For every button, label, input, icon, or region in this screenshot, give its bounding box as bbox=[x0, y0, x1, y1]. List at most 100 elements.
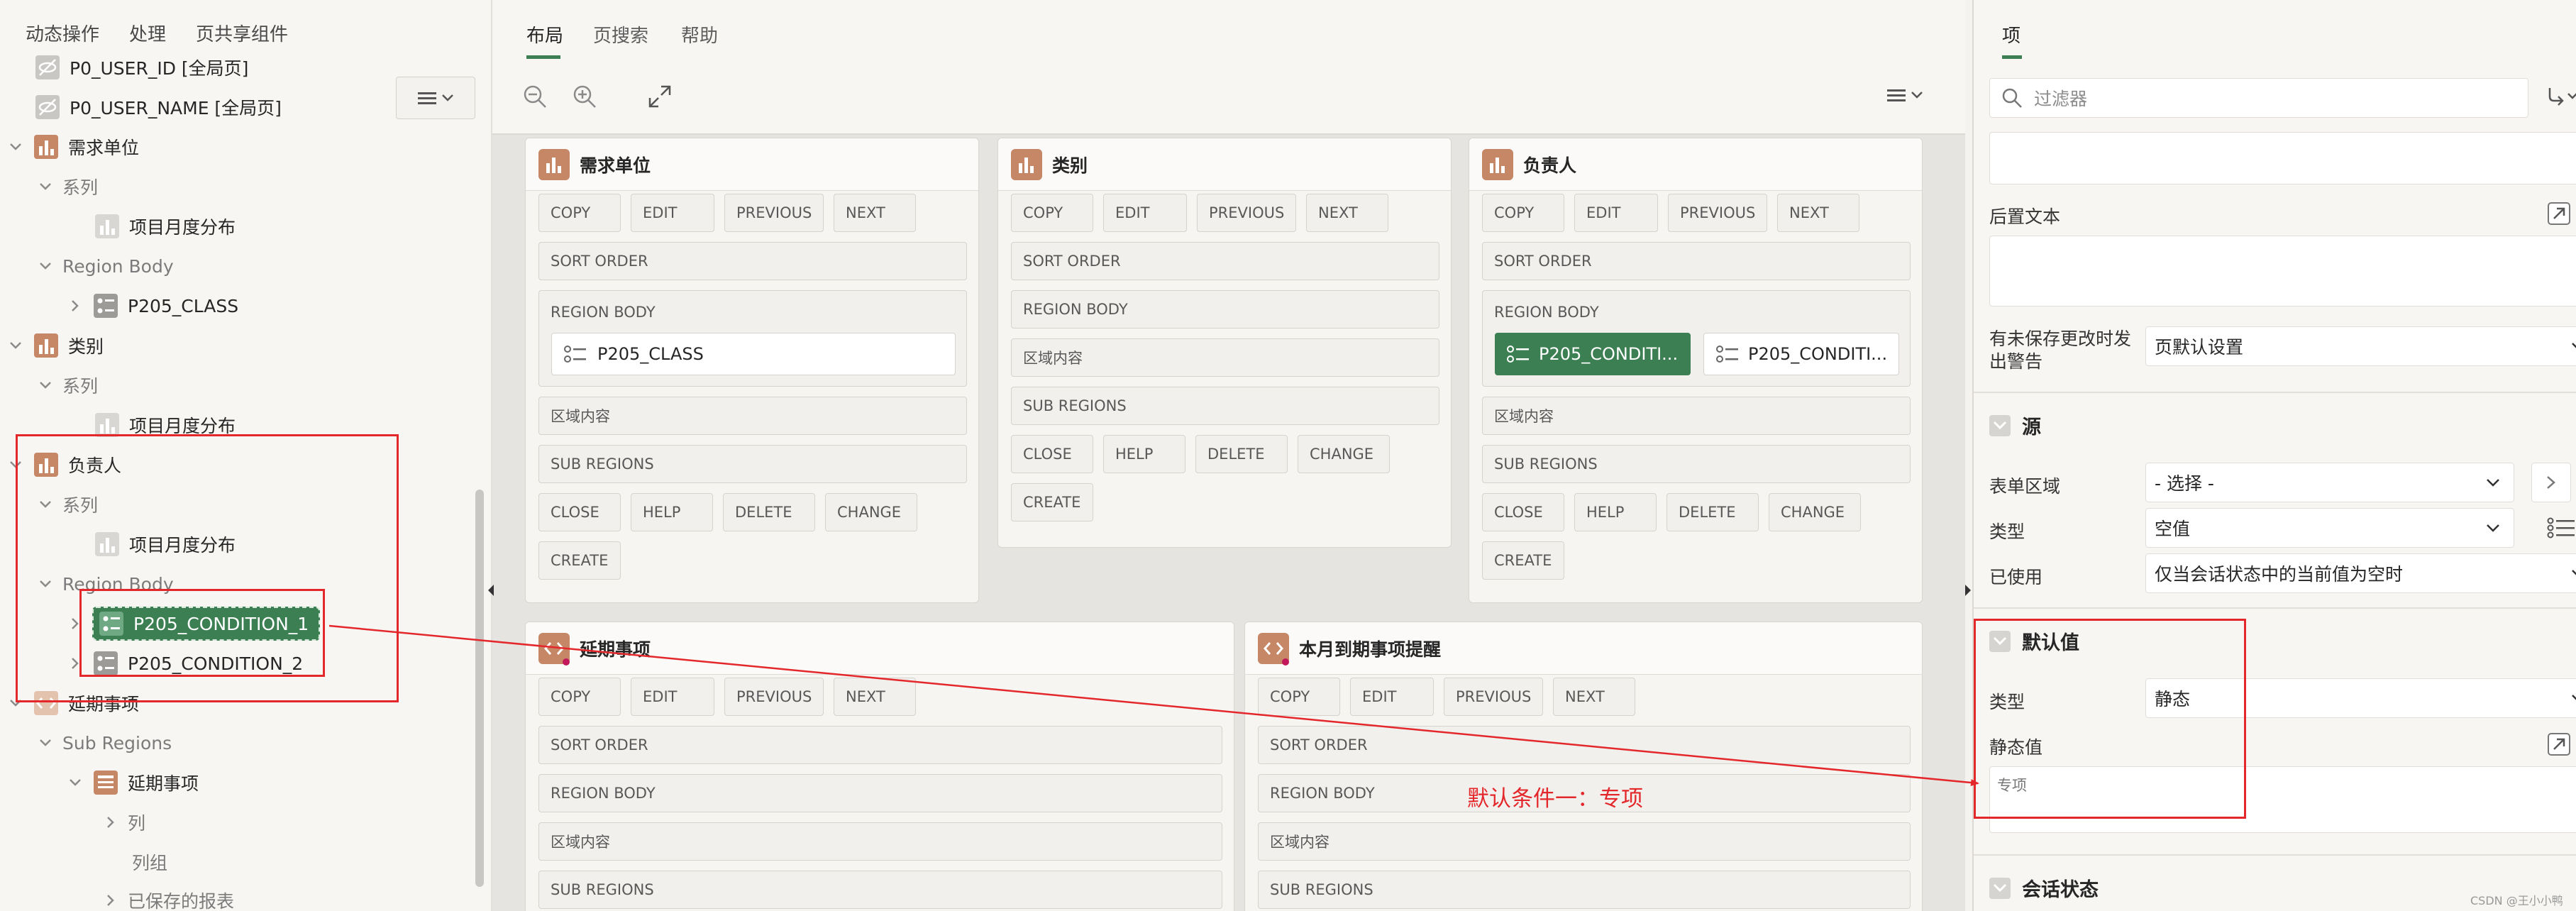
list-icon[interactable] bbox=[2547, 517, 2575, 539]
region-card-yanqi[interactable]: 延期事项 COPY EDIT PREVIOUS NEXT SORT ORDER … bbox=[525, 622, 1234, 911]
position-next[interactable]: NEXT bbox=[1777, 194, 1859, 232]
position-copy[interactable]: COPY bbox=[1011, 194, 1093, 232]
position-previous[interactable]: PREVIOUS bbox=[1197, 194, 1296, 232]
open-editor-icon[interactable] bbox=[2547, 732, 2571, 756]
position-next[interactable]: NEXT bbox=[1553, 678, 1635, 716]
form-region-next-button[interactable] bbox=[2531, 463, 2571, 502]
tab-help[interactable]: 帮助 bbox=[681, 21, 718, 48]
position-copy[interactable]: COPY bbox=[1258, 678, 1340, 716]
position-edit[interactable]: EDIT bbox=[1574, 194, 1658, 232]
position-create[interactable]: CREATE bbox=[1011, 483, 1093, 521]
position-region-body[interactable]: REGION BODY bbox=[538, 774, 1222, 812]
pre-text-field[interactable] bbox=[1989, 132, 2576, 184]
position-create[interactable]: CREATE bbox=[1482, 541, 1564, 580]
position-edit[interactable]: EDIT bbox=[1103, 194, 1187, 232]
position-next[interactable]: NEXT bbox=[834, 194, 916, 232]
position-change[interactable]: CHANGE bbox=[1769, 493, 1861, 531]
position-edit[interactable]: EDIT bbox=[631, 194, 714, 232]
position-change[interactable]: CHANGE bbox=[825, 493, 917, 531]
position-sub-regions[interactable]: SUB REGIONS bbox=[1482, 445, 1911, 483]
position-close[interactable]: CLOSE bbox=[1011, 435, 1093, 473]
section-source[interactable]: 源 bbox=[1989, 412, 2041, 439]
chevron-right-icon[interactable] bbox=[104, 893, 118, 907]
position-region-content[interactable]: 区域内容 bbox=[538, 397, 967, 435]
warn-on-unsaved-select[interactable]: 页默认设置 bbox=[2145, 326, 2576, 366]
tree-item-series[interactable]: 系列 bbox=[38, 169, 98, 204]
position-region-content[interactable]: 区域内容 bbox=[1258, 822, 1911, 861]
form-region-select[interactable]: - 选择 - bbox=[2145, 463, 2514, 502]
position-help[interactable]: HELP bbox=[1103, 435, 1185, 473]
tree-scrollbar[interactable] bbox=[475, 490, 484, 887]
position-delete[interactable]: DELETE bbox=[723, 493, 815, 531]
position-edit[interactable]: EDIT bbox=[1350, 678, 1434, 716]
position-change[interactable]: CHANGE bbox=[1298, 435, 1390, 473]
tab-shared-components[interactable]: 页共享组件 bbox=[196, 20, 288, 46]
source-type-select[interactable]: 空值 bbox=[2145, 508, 2514, 548]
position-previous[interactable]: PREVIOUS bbox=[724, 194, 824, 232]
tree-item-xuqiu[interactable]: 需求单位 bbox=[9, 129, 139, 165]
position-edit[interactable]: EDIT bbox=[631, 678, 714, 716]
expand-icon[interactable] bbox=[648, 85, 671, 108]
position-region-content[interactable]: 区域内容 bbox=[1482, 397, 1911, 435]
chevron-down-icon[interactable] bbox=[38, 378, 52, 392]
region-card-leibie[interactable]: 类别 COPY EDIT PREVIOUS NEXT SORT ORDER RE… bbox=[997, 138, 1452, 548]
tree-item-sub-regions[interactable]: Sub Regions bbox=[38, 725, 172, 761]
position-sub-regions[interactable]: SUB REGIONS bbox=[538, 445, 967, 483]
chevron-down-icon[interactable] bbox=[9, 140, 23, 154]
position-previous[interactable]: PREVIOUS bbox=[1444, 678, 1543, 716]
region-card-xuqiu[interactable]: 需求单位 COPY EDIT PREVIOUS NEXT SORT ORDER … bbox=[525, 138, 979, 603]
position-previous[interactable]: PREVIOUS bbox=[1668, 194, 1767, 232]
tree-menu-button[interactable] bbox=[396, 77, 475, 119]
tree-item-leibie[interactable]: 类别 bbox=[9, 328, 104, 363]
post-text-field[interactable] bbox=[1989, 236, 2576, 307]
position-copy[interactable]: COPY bbox=[538, 194, 621, 232]
position-sort-order[interactable]: SORT ORDER bbox=[1482, 242, 1911, 280]
tree-item-p205-class[interactable]: P205_CLASS bbox=[68, 288, 238, 324]
item-p205-class[interactable]: P205_CLASS bbox=[551, 333, 956, 375]
zoom-out-icon[interactable] bbox=[522, 84, 548, 109]
position-sub-regions[interactable]: SUB REGIONS bbox=[1011, 387, 1439, 425]
collapse-left-handle[interactable] bbox=[488, 585, 494, 596]
position-delete[interactable]: DELETE bbox=[1195, 435, 1288, 473]
position-close[interactable]: CLOSE bbox=[538, 493, 621, 531]
position-sort-order[interactable]: SORT ORDER bbox=[1258, 726, 1911, 764]
tree-item-p0-user-id[interactable]: P0_USER_ID [全局页] bbox=[34, 50, 248, 85]
zoom-in-icon[interactable] bbox=[572, 84, 597, 109]
position-copy[interactable]: COPY bbox=[1482, 194, 1564, 232]
go-to-group-icon[interactable] bbox=[2547, 87, 2576, 106]
position-region-content[interactable]: 区域内容 bbox=[1011, 338, 1439, 377]
open-editor-icon[interactable] bbox=[2547, 201, 2571, 226]
tab-item[interactable]: 项 bbox=[2002, 21, 2021, 48]
chevron-down-icon[interactable] bbox=[9, 338, 23, 353]
position-next[interactable]: NEXT bbox=[834, 678, 916, 716]
tree-item-columns[interactable]: 列 bbox=[104, 805, 145, 840]
region-card-fuzeren[interactable]: 负责人 COPY EDIT PREVIOUS NEXT SORT ORDER R… bbox=[1469, 138, 1923, 603]
chevron-down-icon[interactable] bbox=[38, 180, 52, 194]
tab-dynamic-actions[interactable]: 动态操作 bbox=[26, 20, 99, 46]
tab-page-search[interactable]: 页搜索 bbox=[593, 21, 648, 48]
tree-item-region-body[interactable]: Region Body bbox=[38, 248, 174, 284]
section-session-state[interactable]: 会话状态 bbox=[1989, 874, 2099, 902]
position-sort-order[interactable]: SORT ORDER bbox=[538, 242, 967, 280]
position-sort-order[interactable]: SORT ORDER bbox=[1011, 242, 1439, 280]
tree-item-series[interactable]: 系列 bbox=[38, 368, 98, 403]
tab-processing[interactable]: 处理 bbox=[129, 20, 166, 46]
item-p205-condition-2[interactable]: P205_CONDITI... bbox=[1703, 333, 1899, 375]
tree-item-yanqi-report[interactable]: 延期事项 bbox=[68, 765, 199, 800]
position-region-content[interactable]: 区域内容 bbox=[538, 822, 1222, 861]
collapse-right-handle[interactable] bbox=[1965, 585, 1971, 596]
tree-item-saved-reports[interactable]: 已保存的报表 bbox=[104, 883, 234, 911]
chevron-down-icon[interactable] bbox=[68, 775, 82, 790]
tree-item-p0-user-name[interactable]: P0_USER_NAME [全局页] bbox=[34, 89, 282, 125]
position-copy[interactable]: COPY bbox=[538, 678, 621, 716]
item-p205-condition-1[interactable]: P205_CONDITI... bbox=[1495, 333, 1691, 375]
position-next[interactable]: NEXT bbox=[1306, 194, 1388, 232]
chevron-right-icon[interactable] bbox=[68, 299, 82, 313]
tab-layout[interactable]: 布局 bbox=[526, 21, 563, 48]
used-select[interactable]: 仅当会话状态中的当前值为空时 bbox=[2145, 553, 2576, 593]
position-delete[interactable]: DELETE bbox=[1666, 493, 1759, 531]
position-previous[interactable]: PREVIOUS bbox=[724, 678, 824, 716]
position-region-body[interactable]: REGION BODY bbox=[1011, 290, 1439, 328]
position-help[interactable]: HELP bbox=[1574, 493, 1657, 531]
position-create[interactable]: CREATE bbox=[538, 541, 621, 580]
